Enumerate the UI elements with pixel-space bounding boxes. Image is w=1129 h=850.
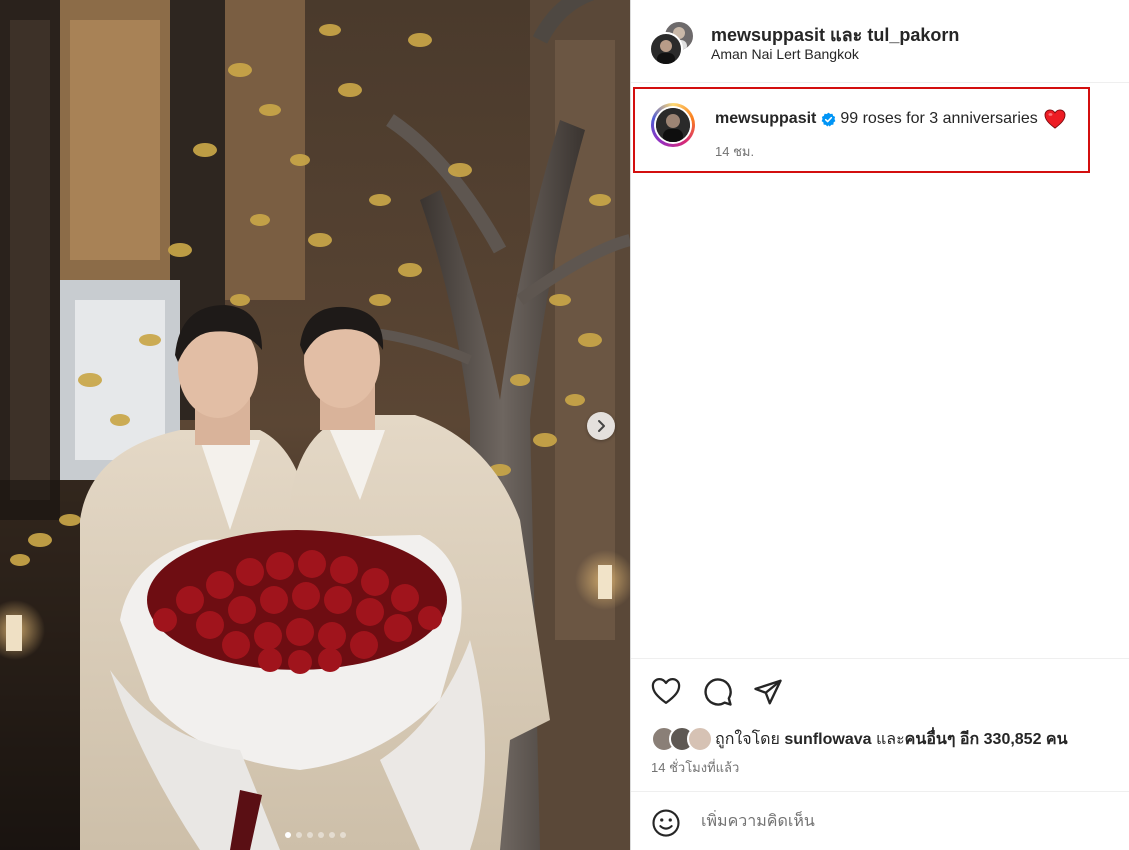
carousel-indicator <box>0 832 630 838</box>
carousel-dot <box>295 832 302 838</box>
comment-composer <box>631 791 1129 850</box>
collab-avatars[interactable] <box>649 20 695 66</box>
likes-others-link[interactable]: คนอื่นๆ อีก 330,852 คน <box>905 731 1068 748</box>
comment-input[interactable] <box>701 810 1101 834</box>
carousel-dot <box>328 832 335 838</box>
story-ring-avatar[interactable] <box>651 103 695 147</box>
carousel-dot <box>306 832 313 838</box>
likes-text: ถูกใจโดย sunflowava และคนอื่นๆ อีก 330,8… <box>715 727 1068 752</box>
likes-middle: และ <box>871 730 905 748</box>
avatar[interactable] <box>649 32 683 66</box>
liker-avatars <box>651 726 715 752</box>
post-photo <box>0 0 630 850</box>
chevron-right-icon <box>598 420 605 432</box>
carousel-dot <box>284 832 291 838</box>
heart-outline-icon <box>651 678 681 704</box>
carousel-dot <box>339 832 346 838</box>
post-side-panel: mewsuppasit และ tul_pakorn Aman Nai Lert… <box>630 0 1129 850</box>
avatar <box>687 726 713 752</box>
post-header: mewsuppasit และ tul_pakorn Aman Nai Lert… <box>631 0 1129 83</box>
caption-highlight: mewsuppasit 99 roses for 3 anniversaries… <box>633 87 1090 173</box>
post-timestamp[interactable]: 14 ชั่วโมงที่แล้ว <box>651 757 739 778</box>
likes-prefix: ถูกใจโดย <box>715 730 785 748</box>
instagram-post: mewsuppasit และ tul_pakorn Aman Nai Lert… <box>0 0 1129 850</box>
caption-text: 99 roses for 3 anniversaries <box>840 110 1038 127</box>
share-button[interactable] <box>753 677 783 712</box>
liker-username[interactable]: sunflowava <box>784 731 871 748</box>
post-media[interactable] <box>0 0 630 850</box>
carousel-dot <box>317 832 324 838</box>
comment-button[interactable] <box>703 677 733 712</box>
like-button[interactable] <box>651 677 681 710</box>
next-photo-button[interactable] <box>587 412 615 440</box>
caption: mewsuppasit 99 roses for 3 anniversaries <box>715 109 1066 129</box>
red-heart-emoji-icon <box>1044 109 1066 129</box>
verified-badge-icon <box>821 112 836 126</box>
comment-bubble-icon <box>704 678 732 706</box>
smiley-icon <box>652 809 680 837</box>
emoji-button[interactable] <box>651 808 681 843</box>
caption-username[interactable]: mewsuppasit <box>715 110 816 128</box>
action-bar <box>631 658 1129 729</box>
location-link[interactable]: Aman Nai Lert Bangkok <box>711 46 859 62</box>
paper-plane-icon <box>754 679 782 705</box>
likes-summary: ถูกใจโดย sunflowava และคนอื่นๆ อีก 330,8… <box>651 724 1068 754</box>
caption-timestamp[interactable]: 14 ชม. <box>715 141 754 162</box>
avatar <box>656 108 690 142</box>
post-title[interactable]: mewsuppasit และ tul_pakorn <box>711 20 959 49</box>
